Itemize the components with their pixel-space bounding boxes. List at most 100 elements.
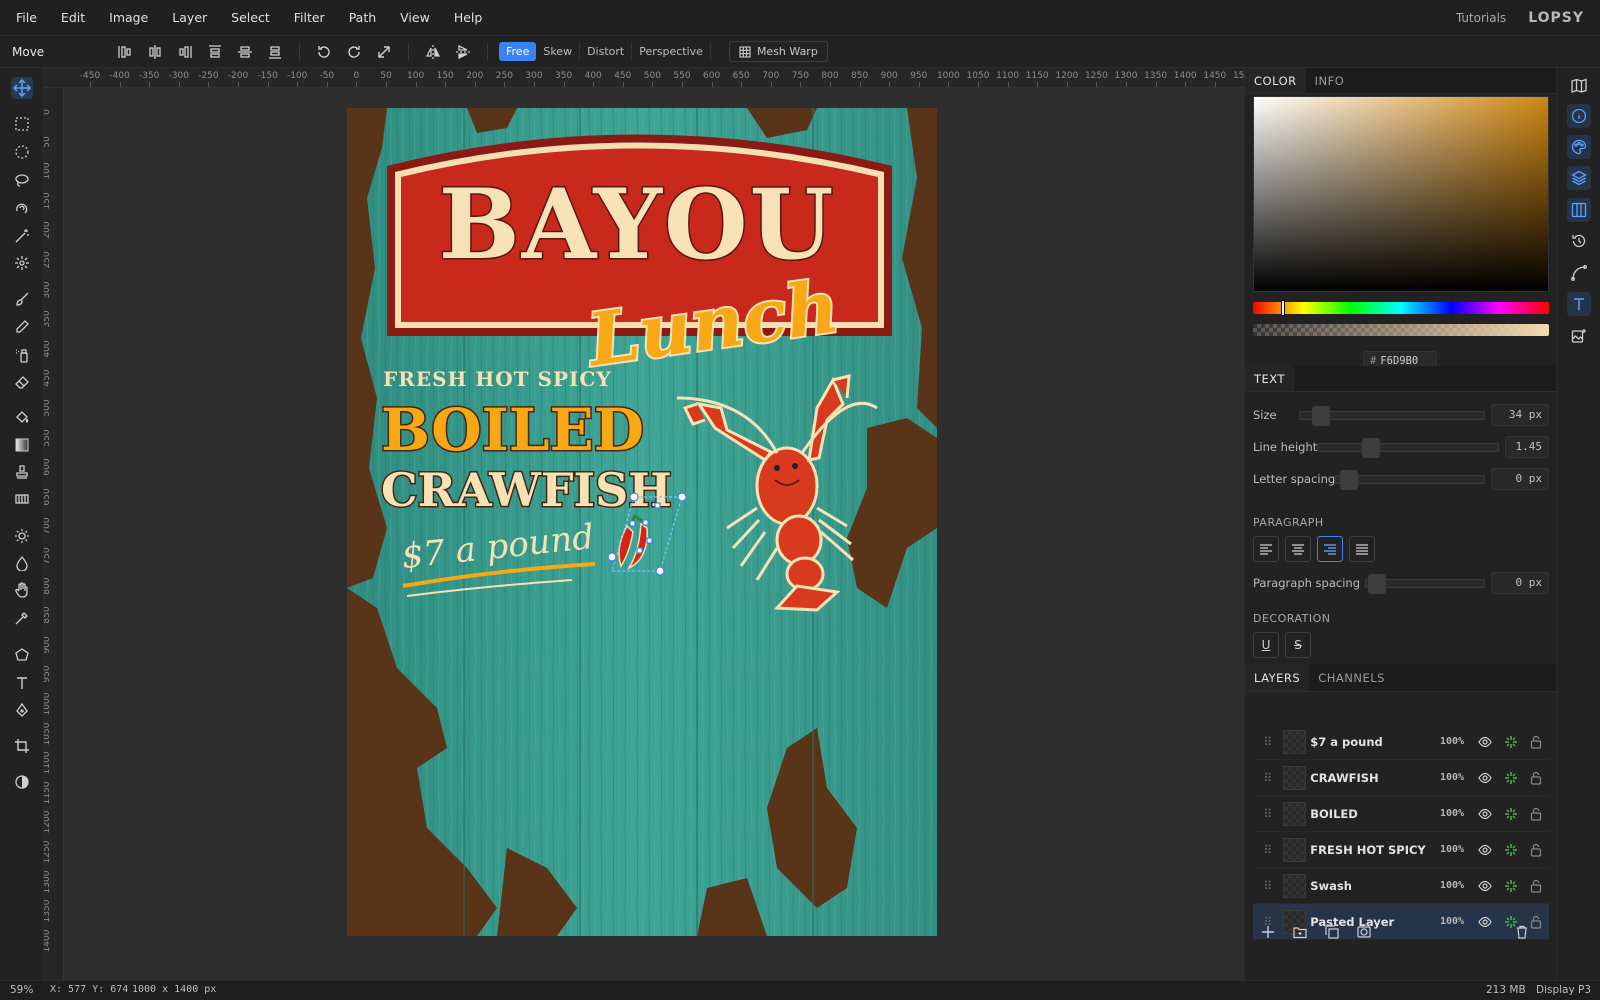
eye-icon[interactable] [1472, 771, 1498, 785]
tab-text[interactable]: TEXT [1245, 366, 1294, 391]
drag-handle-icon[interactable]: ⠿ [1253, 843, 1283, 857]
lasso-icon[interactable] [11, 169, 33, 191]
tab-channels[interactable]: CHANNELS [1309, 664, 1394, 691]
align-right-icon[interactable] [173, 40, 197, 64]
polygon-icon[interactable] [11, 644, 33, 666]
flip-horizontal-icon[interactable] [421, 40, 445, 64]
align-text-right-button[interactable] [1317, 536, 1343, 562]
alpha-slider[interactable] [1253, 324, 1549, 336]
paths-icon[interactable] [1567, 261, 1591, 285]
menu-help[interactable]: Help [454, 10, 483, 25]
letter-spacing-slider[interactable] [1335, 470, 1485, 490]
tab-layers[interactable]: LAYERS [1245, 664, 1310, 691]
stamp-icon[interactable] [11, 461, 33, 483]
gradient-icon[interactable] [11, 434, 33, 456]
zoom-level[interactable]: 59% [10, 984, 33, 996]
effects-icon[interactable] [1498, 807, 1524, 821]
align-center-h-icon[interactable] [143, 40, 167, 64]
effects-icon[interactable] [1498, 879, 1524, 893]
underline-button[interactable]: U [1253, 632, 1279, 658]
new-group-icon[interactable] [1293, 925, 1307, 942]
menu-view[interactable]: View [400, 10, 430, 25]
eye-icon[interactable] [1472, 879, 1498, 893]
image-add-icon[interactable] [1567, 324, 1591, 348]
tab-info[interactable]: INFO [1306, 68, 1354, 93]
ellipse-select-icon[interactable] [11, 141, 33, 163]
mode-distort-button[interactable]: Distort [580, 42, 633, 61]
crop-icon[interactable] [11, 735, 33, 757]
menu-select[interactable]: Select [231, 10, 270, 25]
blur-drop-icon[interactable] [11, 552, 33, 574]
lock-icon[interactable] [1523, 843, 1549, 857]
layer-row[interactable]: ⠿ BOILED 100% [1253, 796, 1549, 832]
align-bottom-icon[interactable] [263, 40, 287, 64]
eye-icon[interactable] [1472, 807, 1498, 821]
menu-layer[interactable]: Layer [172, 10, 207, 25]
flip-vertical-icon[interactable] [451, 40, 475, 64]
size-value[interactable]: 34 px [1491, 404, 1549, 426]
size-slider[interactable] [1299, 406, 1485, 426]
tutorials-link[interactable]: Tutorials [1456, 11, 1506, 25]
mode-skew-button[interactable]: Skew [536, 42, 581, 61]
rotate-right-icon[interactable] [342, 40, 366, 64]
history-icon[interactable] [1567, 229, 1591, 253]
pen-icon[interactable] [11, 699, 33, 721]
layer-opacity[interactable]: 100% [1429, 808, 1464, 819]
eye-icon[interactable] [1472, 843, 1498, 857]
eye-icon[interactable] [1472, 735, 1498, 749]
canvas-area[interactable]: BAYOU Lunch FRESH HOT SPICY BOILED CRAWF… [64, 88, 1244, 980]
letter-spacing-value[interactable]: 0 px [1491, 468, 1549, 490]
effects-icon[interactable] [1498, 771, 1524, 785]
layer-row[interactable]: ⠿ Swash 100% [1253, 868, 1549, 904]
color-saturation-field[interactable] [1253, 96, 1549, 292]
eyedropper-icon[interactable] [11, 607, 33, 629]
align-text-left-button[interactable] [1253, 536, 1279, 562]
drag-handle-icon[interactable]: ⠿ [1253, 735, 1283, 749]
align-text-center-button[interactable] [1285, 536, 1311, 562]
scale-icon[interactable] [372, 40, 396, 64]
rect-select-icon[interactable] [11, 113, 33, 135]
drag-handle-icon[interactable]: ⠿ [1253, 807, 1283, 821]
hue-slider-knob[interactable] [1281, 300, 1285, 316]
lock-icon[interactable] [1523, 879, 1549, 893]
layer-row[interactable]: ⠿ FRESH HOT SPICY 100% [1253, 832, 1549, 868]
layer-opacity[interactable]: 100% [1429, 736, 1464, 747]
letter-spacing-slider-knob[interactable] [1340, 470, 1358, 490]
menu-file[interactable]: File [16, 10, 37, 25]
mode-free-button[interactable]: Free [499, 42, 537, 61]
layer-row[interactable]: ⠿ CRAWFISH 100% [1253, 760, 1549, 796]
paragraph-spacing-slider[interactable] [1365, 574, 1485, 594]
magnetic-lasso-icon[interactable] [11, 197, 33, 219]
paragraph-spacing-value[interactable]: 0 px [1491, 572, 1549, 594]
size-slider-knob[interactable] [1312, 406, 1330, 426]
hue-slider[interactable] [1253, 300, 1549, 316]
menu-filter[interactable]: Filter [294, 10, 325, 25]
layer-row[interactable]: ⠿ $7 a pound 100% [1253, 724, 1549, 760]
move-tool-icon[interactable] [11, 77, 33, 99]
layer-opacity[interactable]: 100% [1429, 880, 1464, 891]
strikethrough-button[interactable]: S [1285, 632, 1311, 658]
navigator-icon[interactable] [1567, 74, 1591, 98]
line-height-slider-knob[interactable] [1362, 438, 1380, 458]
duplicate-layer-icon[interactable] [1325, 925, 1339, 942]
eraser-icon[interactable] [11, 371, 33, 393]
layer-opacity[interactable]: 100% [1429, 844, 1464, 855]
lock-icon[interactable] [1523, 807, 1549, 821]
brush-icon[interactable] [11, 288, 33, 310]
channels-icon[interactable] [1567, 198, 1591, 222]
layer-name[interactable]: Swash [1310, 879, 1428, 893]
line-height-value[interactable]: 1.45 [1505, 436, 1549, 458]
layer-name[interactable]: CRAWFISH [1310, 771, 1428, 785]
layer-name[interactable]: FRESH HOT SPICY [1310, 843, 1428, 857]
add-layer-icon[interactable] [1261, 925, 1275, 942]
align-middle-icon[interactable] [233, 40, 257, 64]
layer-mask-icon[interactable] [1357, 925, 1371, 942]
text-tool-icon[interactable] [11, 672, 33, 694]
align-text-justify-button[interactable] [1349, 536, 1375, 562]
drag-handle-icon[interactable]: ⠿ [1253, 879, 1283, 893]
mode-perspective-button[interactable]: Perspective [632, 42, 711, 61]
rotate-left-icon[interactable] [312, 40, 336, 64]
layers-icon[interactable] [1567, 166, 1591, 190]
layer-name[interactable]: BOILED [1310, 807, 1428, 821]
line-height-slider[interactable] [1317, 438, 1499, 458]
